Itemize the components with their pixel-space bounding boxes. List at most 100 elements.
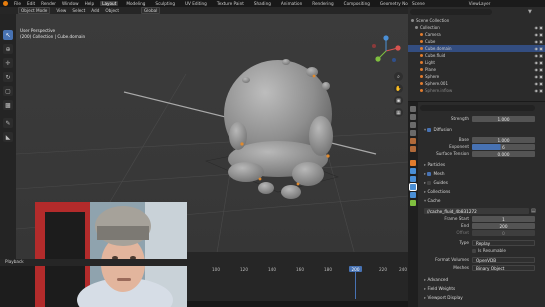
workspace-tab-uv-editing[interactable]: UV Editing [183, 1, 209, 6]
camera-icon[interactable]: ▣ [539, 53, 543, 58]
cache-path-field[interactable]: //cache_fluid_4b831272 [424, 208, 529, 214]
exponent-slider[interactable]: 6 [472, 144, 535, 150]
particles-tab-icon[interactable] [410, 176, 416, 182]
eye-icon[interactable]: ◉ [535, 74, 539, 79]
resumable-box[interactable] [472, 249, 476, 253]
rotate-icon[interactable]: ↻ [3, 72, 13, 82]
grid-icon[interactable]: ▦ [394, 108, 403, 117]
menu-window[interactable]: Window [62, 1, 79, 6]
blender-logo-icon[interactable] [3, 1, 8, 6]
menu-object[interactable]: Object [105, 8, 119, 13]
eye-icon[interactable]: ◉ [535, 81, 539, 86]
frame-start-field[interactable]: 1 [472, 216, 535, 222]
format-volumes-dropdown[interactable]: OpenVDB [472, 257, 535, 263]
orientation-selector[interactable]: Global [141, 7, 161, 14]
workspace-tab-shading[interactable]: Shading [252, 1, 273, 6]
camera-icon[interactable]: ▣ [539, 25, 543, 30]
filter-icon[interactable]: ▼ [528, 9, 532, 15]
transform-icon[interactable]: ▩ [3, 100, 13, 110]
outliner-row-sphere-inflow[interactable]: Sphere.inflow ◉ ▣ [408, 87, 545, 94]
outliner-row-collection[interactable]: Collection ◉ ▣ [408, 24, 545, 31]
folder-icon[interactable]: ▤ [531, 208, 536, 214]
navigation-gizmo[interactable] [368, 34, 404, 68]
camera-icon[interactable]: ▣ [539, 32, 543, 37]
workspace-tab-compositing[interactable]: Compositing [342, 1, 372, 6]
workspace-tab-layout[interactable]: Layout [100, 1, 119, 6]
data-tab-icon[interactable] [410, 200, 416, 206]
workspace-tab-animation[interactable]: Animation [279, 1, 304, 6]
camera-icon[interactable]: ▣ [539, 81, 543, 86]
outliner-row-plane[interactable]: Plane ◉ ▣ [408, 66, 545, 73]
menu-edit[interactable]: Edit [27, 1, 35, 6]
outliner-row-camera[interactable]: Camera ◉ ▣ [408, 31, 545, 38]
camera-icon[interactable]: ▣ [539, 67, 543, 72]
view-layer-tab-icon[interactable] [410, 130, 416, 136]
outliner-row-scene-collection[interactable]: Scene Collection [408, 17, 545, 24]
eye-icon[interactable]: ◉ [535, 46, 539, 51]
object-tab-icon[interactable] [410, 160, 416, 166]
menu-add[interactable]: Add [91, 8, 99, 13]
view-layer-label[interactable]: ViewLayer [469, 1, 491, 6]
outliner-row-light[interactable]: Light ◉ ▣ [408, 59, 545, 66]
mesh-panel-header[interactable]: ▸ Mesh [424, 171, 444, 176]
outliner-row-sphere[interactable]: Sphere ◉ ▣ [408, 73, 545, 80]
outliner-row-sphere-001[interactable]: Sphere.001 ◉ ▣ [408, 80, 545, 87]
viewport-display-panel-header[interactable]: ▸ Viewport Display [424, 295, 463, 300]
base-field[interactable]: 1.000 [472, 137, 535, 143]
camera-view-icon[interactable]: ▣ [394, 96, 403, 105]
add-cube-icon[interactable]: ⊕ [3, 44, 13, 54]
camera-icon[interactable]: ▣ [539, 88, 543, 93]
mode-selector[interactable]: Object Mode [18, 7, 51, 14]
camera-icon[interactable]: ▣ [539, 74, 543, 79]
cursor-icon[interactable]: ↖ [3, 30, 13, 40]
move-icon[interactable]: ✛ [3, 58, 13, 68]
diffusion-panel-header[interactable]: ▾ Diffusion [424, 127, 452, 132]
eye-icon[interactable]: ◉ [535, 32, 539, 37]
guides-checkbox[interactable] [427, 181, 432, 185]
panel-divider[interactable] [408, 101, 545, 102]
collections-panel-header[interactable]: ▸ Collections [424, 189, 450, 194]
properties-search-input[interactable] [420, 105, 535, 111]
outliner-row-cube-domain[interactable]: Cube.domain ◉ ▣ [408, 45, 545, 52]
strength-field[interactable]: 1.000 [472, 116, 535, 122]
workspace-tab-sculpting[interactable]: Sculpting [153, 1, 177, 6]
modifier-tab-icon[interactable] [410, 168, 416, 174]
outliner-search-input[interactable] [410, 9, 492, 15]
timeline-area[interactable] [187, 252, 408, 307]
eye-icon[interactable]: ◉ [535, 39, 539, 44]
type-dropdown[interactable]: Replay [472, 240, 535, 246]
camera-icon[interactable]: ▣ [539, 60, 543, 65]
resumable-checkbox[interactable]: Is Resumable [472, 248, 506, 253]
end-field[interactable]: 200 [472, 223, 535, 229]
eye-icon[interactable]: ◉ [535, 88, 539, 93]
guides-panel-header[interactable]: ▸ Guides [424, 180, 448, 185]
camera-icon[interactable]: ▣ [539, 39, 543, 44]
meshes-dropdown[interactable]: Binary Object [472, 265, 535, 271]
diffusion-checkbox[interactable] [427, 128, 432, 132]
workspace-tab-modeling[interactable]: Modeling [124, 1, 147, 6]
menu-file[interactable]: File [14, 1, 21, 6]
eye-icon[interactable]: ◉ [535, 25, 539, 30]
zoom-icon[interactable]: ⌕ [394, 72, 403, 81]
menu-help[interactable]: Help [85, 1, 95, 6]
output-tab-icon[interactable] [410, 122, 416, 128]
annotate-icon[interactable]: ✎ [3, 118, 13, 128]
workspace-tab-rendering[interactable]: Rendering [310, 1, 335, 6]
physics-tab-icon[interactable] [409, 183, 417, 191]
advanced-panel-header[interactable]: ▸ Advanced [424, 277, 448, 282]
field-weights-panel-header[interactable]: ▸ Field Weights [424, 286, 455, 291]
menu-view[interactable]: View [56, 8, 66, 13]
mesh-checkbox[interactable] [427, 172, 432, 176]
menu-render[interactable]: Render [41, 1, 56, 6]
hand-icon[interactable]: ✋ [394, 84, 403, 93]
scale-icon[interactable]: ▢ [3, 86, 13, 96]
particles-panel-header[interactable]: ▸ Particles [424, 162, 445, 167]
surface-tension-field[interactable]: 0.000 [472, 151, 535, 157]
constraints-tab-icon[interactable] [410, 192, 416, 198]
eye-icon[interactable]: ◉ [535, 53, 539, 58]
workspace-tab-texture-paint[interactable]: Texture Paint [215, 1, 246, 6]
menu-select[interactable]: Select [72, 8, 85, 13]
tool-tab-icon[interactable] [410, 106, 416, 112]
outliner-row-cube-fluid[interactable]: Cube.fluid ◉ ▣ [408, 52, 545, 59]
playback-menu[interactable]: Playback [5, 259, 24, 264]
